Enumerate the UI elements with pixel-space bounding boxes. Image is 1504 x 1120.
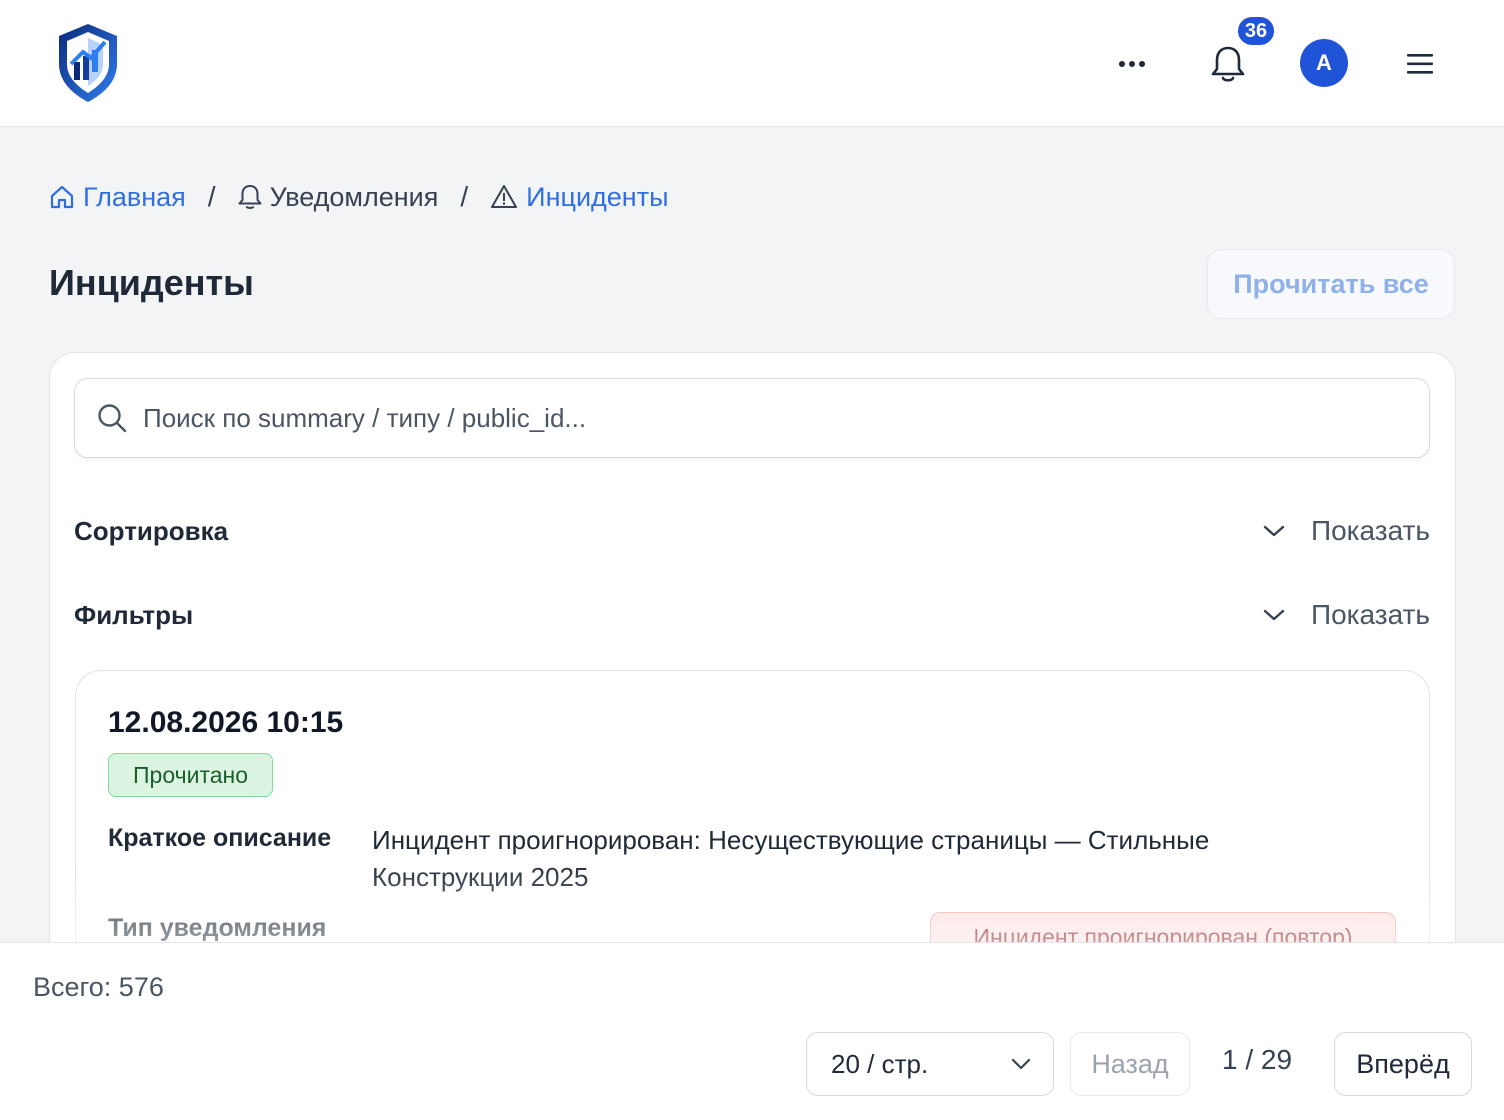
filters-label: Фильтры (74, 599, 194, 630)
pagination-footer (0, 942, 1504, 1120)
notifications-button[interactable] (1204, 40, 1252, 88)
bell-icon (238, 185, 262, 209)
search-icon (98, 404, 127, 433)
home-icon (50, 185, 74, 209)
page-size-select[interactable]: 20 / стр. (806, 1032, 1054, 1096)
total-count: Всего: 576 (33, 972, 164, 1002)
chevron-down-icon (1263, 525, 1285, 537)
page-title: Инциденты (49, 262, 254, 303)
breadcrumb-incidents[interactable]: Инциденты (490, 181, 669, 213)
top-navbar: 36 A (0, 0, 1504, 127)
chevron-down-icon (1263, 609, 1285, 621)
sort-section: Сортировка Показать (74, 506, 1430, 556)
sort-label: Сортировка (74, 515, 229, 546)
breadcrumb: Главная / Уведомления / Инциденты (49, 178, 669, 216)
page-size-value: 20 / стр. (831, 1048, 929, 1079)
search-input[interactable] (143, 402, 1343, 434)
breadcrumb-incidents-label: Инциденты (526, 181, 669, 212)
hamburger-menu-button[interactable] (1396, 40, 1444, 88)
incident-datetime: 12.08.2026 10:15 (108, 706, 344, 739)
bell-icon (1211, 46, 1245, 82)
summary-label: Краткое описание (108, 824, 332, 852)
hamburger-menu-icon (1407, 54, 1433, 74)
summary-value: Инцидент проигнорирован: Несуществующие … (372, 825, 1210, 892)
logo[interactable] (57, 22, 119, 104)
breadcrumb-home[interactable]: Главная (49, 182, 186, 213)
filters-show-label: Показать (1310, 599, 1430, 630)
sort-show-toggle[interactable]: Показать (1263, 515, 1430, 547)
breadcrumb-notifications[interactable]: Уведомления (238, 181, 439, 213)
previous-page-button[interactable]: Назад (1070, 1032, 1190, 1096)
breadcrumb-separator: / (460, 181, 469, 212)
read-all-button[interactable]: Прочитать все (1207, 249, 1455, 319)
more-options-button[interactable] (1108, 40, 1156, 88)
status-badge: Прочитано (108, 753, 273, 797)
search-box[interactable] (74, 378, 1430, 458)
breadcrumb-home-label: Главная (83, 181, 186, 212)
more-dots-icon (1119, 61, 1145, 67)
warning-icon (491, 185, 518, 208)
notification-count-badge: 36 (1236, 15, 1276, 47)
sort-show-label: Показать (1310, 515, 1430, 546)
next-page-button[interactable]: Вперёд (1334, 1032, 1472, 1096)
breadcrumb-notifications-label: Уведомления (269, 181, 439, 212)
notification-type-label: Тип уведомления (108, 914, 327, 942)
page-indicator: 1 / 29 (1222, 1044, 1293, 1075)
filters-show-toggle[interactable]: Показать (1263, 599, 1430, 631)
chevron-down-icon (1011, 1058, 1031, 1070)
filters-section: Фильтры Показать (74, 590, 1430, 640)
user-avatar[interactable]: A (1300, 39, 1348, 87)
breadcrumb-separator: / (207, 181, 216, 212)
